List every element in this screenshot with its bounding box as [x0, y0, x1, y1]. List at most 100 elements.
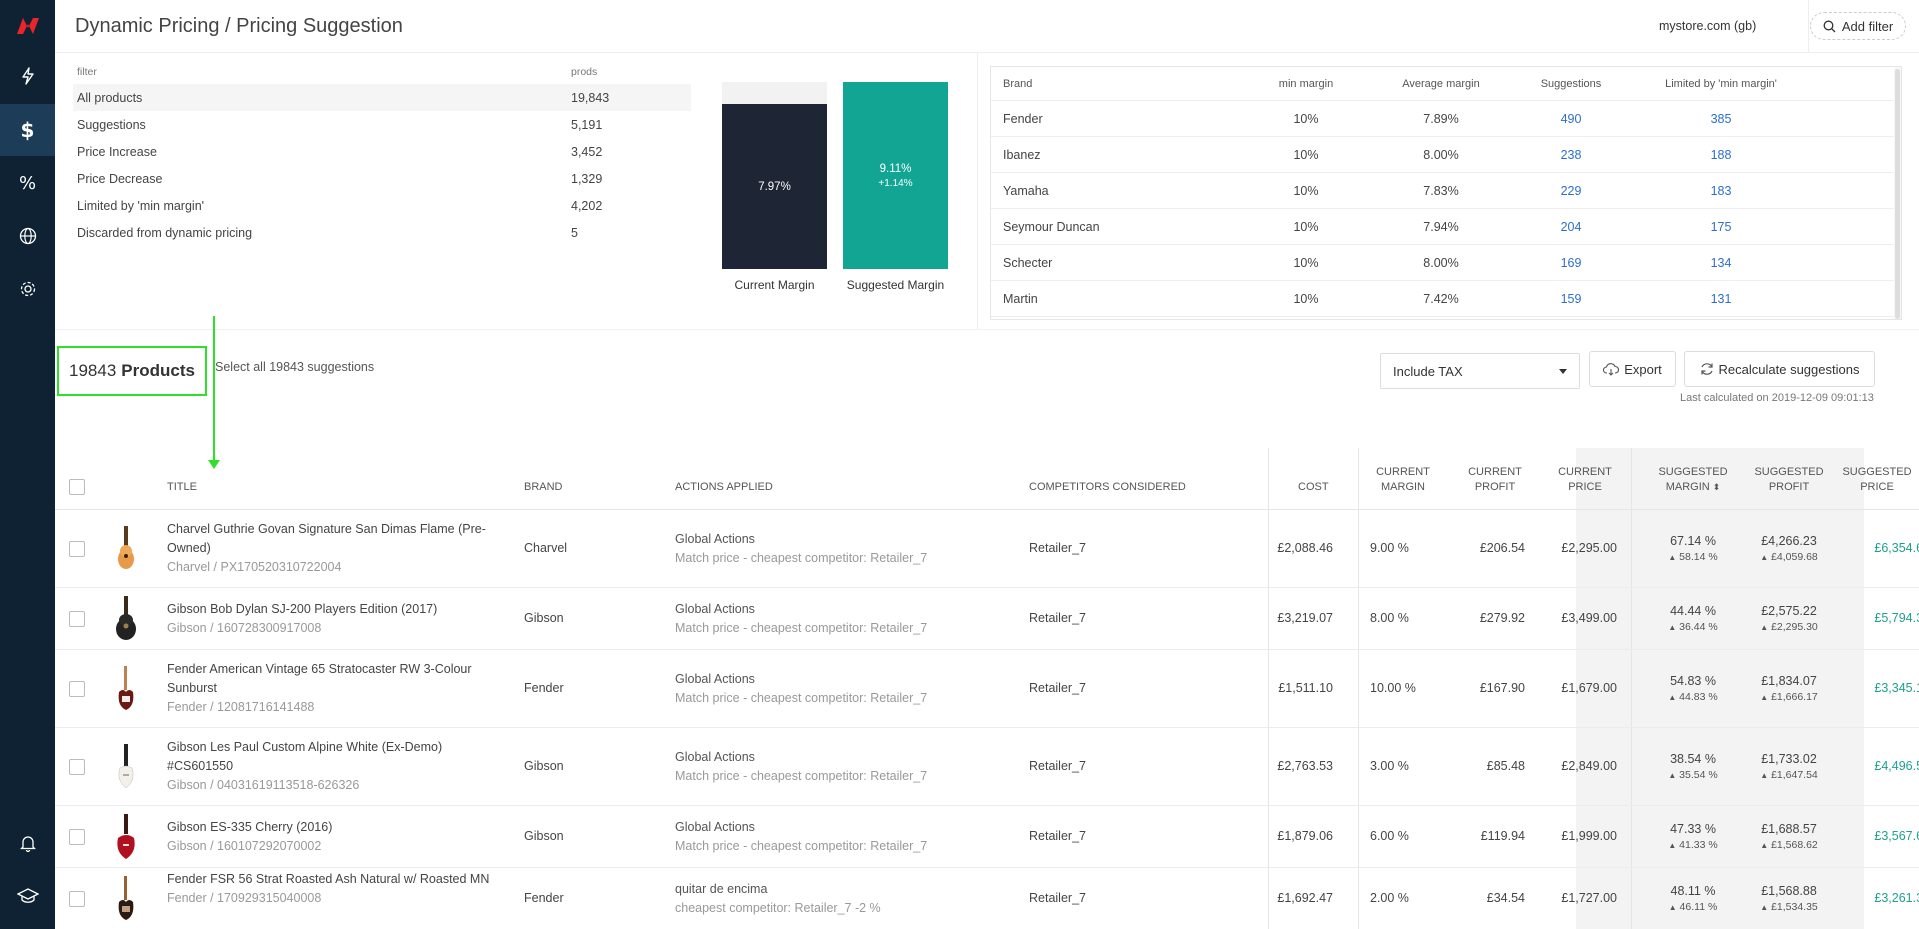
- nav-dynamic-pricing[interactable]: $: [0, 104, 55, 156]
- avg-margin-column-header[interactable]: Average margin: [1371, 78, 1511, 90]
- tax-mode-select[interactable]: Include TAX: [1380, 353, 1580, 389]
- filter-row-all-products[interactable]: All products 19,843: [73, 84, 691, 111]
- filter-row-price-increase[interactable]: Price Increase 3,452: [73, 138, 691, 165]
- select-all-suggestions-link[interactable]: Select all 19843 suggestions: [215, 360, 374, 374]
- current-profit-column-header[interactable]: CURRENT PROFIT: [1455, 465, 1535, 495]
- add-filter-label: Add filter: [1841, 18, 1894, 34]
- nav-dynamic-actions[interactable]: [0, 50, 55, 102]
- nav-notifications[interactable]: [0, 817, 55, 869]
- row-checkbox[interactable]: [69, 891, 85, 907]
- actions-column-header[interactable]: ACTIONS APPLIED: [675, 480, 773, 495]
- sort-icon: ⬍: [1712, 482, 1721, 492]
- min-margin-column-header[interactable]: min margin: [1256, 78, 1356, 90]
- product-title-link[interactable]: Charvel Guthrie Govan Signature San Dima…: [167, 520, 497, 558]
- suggested-price-value[interactable]: £4,496.54: [1840, 759, 1919, 773]
- current-profit-value: £279.92: [1479, 611, 1525, 625]
- nav-academy[interactable]: [0, 870, 55, 922]
- suggestions-column-header[interactable]: Suggestions: [1516, 78, 1626, 90]
- suggested-profit-change: ▲ £1,568.62: [1744, 837, 1834, 854]
- recalculate-suggestions-button[interactable]: Recalculate suggestions: [1684, 351, 1875, 387]
- brand-column-header[interactable]: Brand: [991, 78, 1231, 90]
- brand-row[interactable]: Schecter 10% 8.00% 169 134: [991, 245, 1901, 281]
- table-row[interactable]: Gibson Les Paul Custom Alpine White (Ex-…: [55, 728, 1919, 806]
- brand-suggestions-link[interactable]: 229: [1516, 184, 1626, 198]
- filter-row-price-decrease[interactable]: Price Decrease 1,329: [73, 165, 691, 192]
- product-thumbnail: [111, 744, 141, 793]
- suggested-price-value[interactable]: £5,794.30: [1840, 611, 1919, 625]
- table-row[interactable]: Gibson Bob Dylan SJ-200 Players Edition …: [55, 588, 1919, 650]
- scrollbar-thumb[interactable]: [1895, 69, 1900, 319]
- current-margin-column-header[interactable]: CURRENT MARGIN: [1363, 465, 1443, 495]
- brand-row[interactable]: Ibanez 10% 8.00% 238 188: [991, 137, 1901, 173]
- brand-limited-link[interactable]: 131: [1646, 292, 1796, 306]
- suggested-margin-column-header[interactable]: SUGGESTED MARGIN ⬍: [1648, 465, 1738, 495]
- brand-row[interactable]: Martin 10% 7.42% 159 131: [991, 281, 1901, 317]
- filter-count: 19,843: [571, 90, 610, 105]
- nav-competitors[interactable]: [0, 210, 55, 262]
- suggested-price-value[interactable]: £3,345.17: [1840, 681, 1919, 695]
- add-filter-button[interactable]: Add filter: [1810, 12, 1906, 40]
- table-row[interactable]: Fender American Vintage 65 Stratocaster …: [55, 650, 1919, 728]
- brand-suggestions-link[interactable]: 169: [1516, 256, 1626, 270]
- nav-settings[interactable]: [0, 263, 55, 315]
- suggested-margin-cell: 38.54 % ▲ 35.54 %: [1648, 751, 1738, 784]
- product-thumbnail: [111, 814, 141, 863]
- suggested-profit-change: ▲ £1,534.35: [1744, 899, 1834, 916]
- brand-limited-link[interactable]: 175: [1646, 220, 1796, 234]
- title-column-header[interactable]: TITLE: [167, 480, 197, 495]
- suggested-profit-cell: £1,834.07 ▲ £1,666.17: [1744, 673, 1834, 706]
- brand-limited-link[interactable]: 188: [1646, 148, 1796, 162]
- suggested-price-value[interactable]: £6,354.68: [1840, 541, 1919, 555]
- store-selector[interactable]: mystore.com (gb): [1659, 19, 1756, 33]
- header-line: MARGIN: [1381, 481, 1425, 493]
- product-title-link[interactable]: Fender FSR 56 Strat Roasted Ash Natural …: [167, 870, 497, 889]
- limited-column-header[interactable]: Limited by 'min margin': [1646, 78, 1796, 90]
- row-checkbox[interactable]: [69, 759, 85, 775]
- select-all-checkbox[interactable]: [69, 479, 85, 495]
- table-row[interactable]: Charvel Guthrie Govan Signature San Dima…: [55, 510, 1919, 588]
- brand-suggestions-link[interactable]: 159: [1516, 292, 1626, 306]
- current-price-column-header[interactable]: CURRENT PRICE: [1545, 465, 1625, 495]
- brand-column-header[interactable]: BRAND: [524, 480, 563, 495]
- brand-logo-icon[interactable]: [14, 12, 42, 40]
- suggested-profit-cell: £1,568.88 ▲ £1,534.35: [1744, 883, 1834, 916]
- export-button[interactable]: Export: [1589, 351, 1676, 387]
- table-row[interactable]: Fender FSR 56 Strat Roasted Ash Natural …: [55, 868, 1919, 929]
- brand-suggestions-link[interactable]: 204: [1516, 220, 1626, 234]
- suggested-margin-delta: 58.14 %: [1679, 551, 1718, 563]
- suggested-price-column-header[interactable]: SUGGESTED PRICE: [1832, 465, 1919, 495]
- top-header: Dynamic Pricing / Pricing Suggestion mys…: [55, 0, 1919, 53]
- action-detail: Match price - cheapest competitor: Retai…: [675, 839, 928, 853]
- brand-limited-link[interactable]: 385: [1646, 112, 1796, 126]
- brand-suggestions-link[interactable]: 490: [1516, 112, 1626, 126]
- header-line: PRICE: [1860, 481, 1894, 493]
- brand-avg-margin: 8.00%: [1423, 147, 1459, 162]
- filter-row-limited-min-margin[interactable]: Limited by 'min margin' 4,202: [73, 192, 691, 219]
- filter-row-discarded[interactable]: Discarded from dynamic pricing 5: [73, 219, 691, 246]
- product-title-link[interactable]: Gibson ES-335 Cherry (2016): [167, 818, 497, 837]
- brand-row[interactable]: Yamaha 10% 7.83% 229 183: [991, 173, 1901, 209]
- brand-row[interactable]: Fender 10% 7.89% 490 385: [991, 101, 1901, 137]
- filter-label: Price Decrease: [77, 171, 163, 186]
- row-checkbox[interactable]: [69, 541, 85, 557]
- suggested-profit-column-header[interactable]: SUGGESTED PROFIT: [1744, 465, 1834, 495]
- product-title-link[interactable]: Gibson Les Paul Custom Alpine White (Ex-…: [167, 738, 497, 776]
- suggested-price-value[interactable]: £3,567.62: [1840, 829, 1919, 843]
- suggested-price-value[interactable]: £3,261.35: [1840, 891, 1919, 905]
- row-checkbox[interactable]: [69, 829, 85, 845]
- row-checkbox[interactable]: [69, 681, 85, 697]
- competitors-column-header[interactable]: COMPETITORS CONSIDERED: [1029, 480, 1186, 495]
- cost-column-header[interactable]: COST: [1298, 480, 1329, 495]
- brand-table-scrollbar[interactable]: [1894, 67, 1901, 319]
- nav-margins[interactable]: %: [0, 157, 55, 209]
- brand-name: Schecter: [1003, 255, 1053, 270]
- filter-row-suggestions[interactable]: Suggestions 5,191: [73, 111, 691, 138]
- product-title-link[interactable]: Gibson Bob Dylan SJ-200 Players Edition …: [167, 600, 497, 619]
- brand-row[interactable]: Seymour Duncan 10% 7.94% 204 175: [991, 209, 1901, 245]
- table-row[interactable]: Gibson ES-335 Cherry (2016) Gibson / 1601…: [55, 806, 1919, 868]
- brand-limited-link[interactable]: 134: [1646, 256, 1796, 270]
- row-checkbox[interactable]: [69, 611, 85, 627]
- product-title-link[interactable]: Fender American Vintage 65 Stratocaster …: [167, 660, 497, 698]
- brand-limited-link[interactable]: 183: [1646, 184, 1796, 198]
- brand-suggestions-link[interactable]: 238: [1516, 148, 1626, 162]
